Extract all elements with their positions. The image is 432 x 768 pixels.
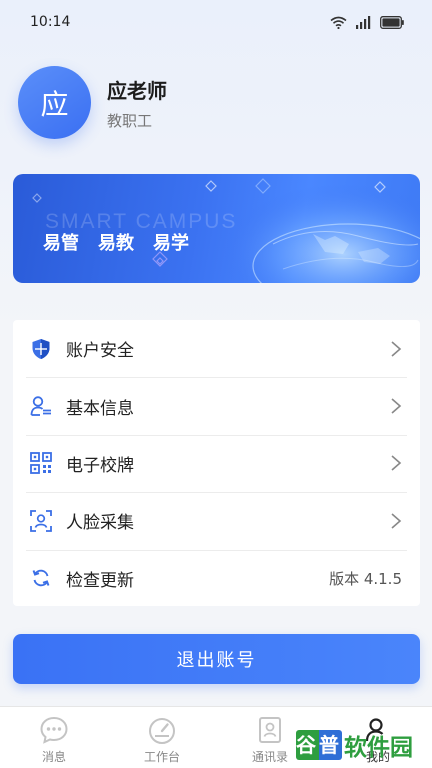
watermark-logo-char: 谷普 — [296, 730, 342, 760]
shield-icon — [30, 338, 52, 360]
battery-icon — [380, 15, 404, 29]
watermark-text: 软件园 — [344, 735, 413, 761]
watermark-logo: 谷普 — [296, 730, 342, 760]
tab-label: 消息 — [41, 750, 66, 764]
menu-item-e-badge[interactable]: 电子校牌 — [13, 434, 420, 492]
user-info-icon — [30, 395, 52, 417]
watermark: 谷普 软件园 — [296, 727, 413, 763]
message-icon — [40, 716, 68, 744]
status-icons — [330, 15, 404, 29]
menu-item-label: 基本信息 — [66, 398, 134, 419]
face-scan-icon — [30, 509, 52, 532]
tab-dashboard[interactable]: 工作台 — [108, 707, 216, 768]
profile-role: 教职工 — [107, 111, 153, 130]
tab-messages[interactable]: 消息 — [0, 707, 108, 768]
menu-item-account-security[interactable]: 账户安全 — [13, 320, 420, 377]
logout-button[interactable]: 退出账号 — [13, 634, 420, 684]
signal-icon — [356, 15, 371, 29]
profile-screen: 10:14 应 应老师 教职工 SMART CAMPUS 易管 易教 易学 账户… — [0, 0, 432, 768]
menu-item-label: 人脸采集 — [66, 513, 134, 534]
menu-item-face-capture[interactable]: 人脸采集 — [13, 492, 420, 549]
profile-text: 应老师 教职工 — [107, 75, 167, 131]
profile-header[interactable]: 应 应老师 教职工 — [18, 66, 167, 139]
menu-item-basic-info[interactable]: 基本信息 — [13, 377, 420, 434]
banner-slogans: 易管 易教 易学 — [43, 229, 189, 255]
chevron-right-icon — [391, 455, 402, 472]
menu-item-label: 电子校牌 — [66, 455, 134, 476]
refresh-icon — [30, 567, 52, 589]
tab-label: 通讯录 — [251, 750, 288, 764]
avatar[interactable]: 应 — [18, 66, 91, 139]
banner-slogan: 易学 — [153, 233, 189, 254]
status-time: 10:14 — [30, 14, 71, 30]
campus-banner[interactable]: SMART CAMPUS 易管 易教 易学 — [13, 174, 420, 283]
dashboard-icon — [149, 718, 175, 744]
chevron-right-icon — [391, 341, 402, 357]
menu-item-label: 检查更新 — [66, 570, 134, 591]
menu-item-check-update[interactable]: 检查更新 版本 4.1.5 — [13, 549, 420, 607]
qr-code-icon — [30, 452, 52, 475]
wifi-icon — [330, 16, 347, 29]
banner-slogan: 易管 — [43, 233, 79, 254]
tab-label: 工作台 — [143, 750, 180, 764]
status-bar: 10:14 — [0, 0, 432, 44]
banner-slogan: 易教 — [98, 233, 134, 254]
settings-menu: 账户安全 基本信息 电子校牌 人脸采集 检查更新 版本 4.1.5 — [13, 320, 420, 606]
profile-name: 应老师 — [107, 78, 167, 103]
contacts-icon — [259, 717, 281, 743]
menu-item-label: 账户安全 — [66, 341, 134, 362]
chevron-right-icon — [391, 513, 402, 529]
version-text: 版本 4.1.5 — [329, 569, 402, 588]
chevron-right-icon — [391, 398, 402, 414]
